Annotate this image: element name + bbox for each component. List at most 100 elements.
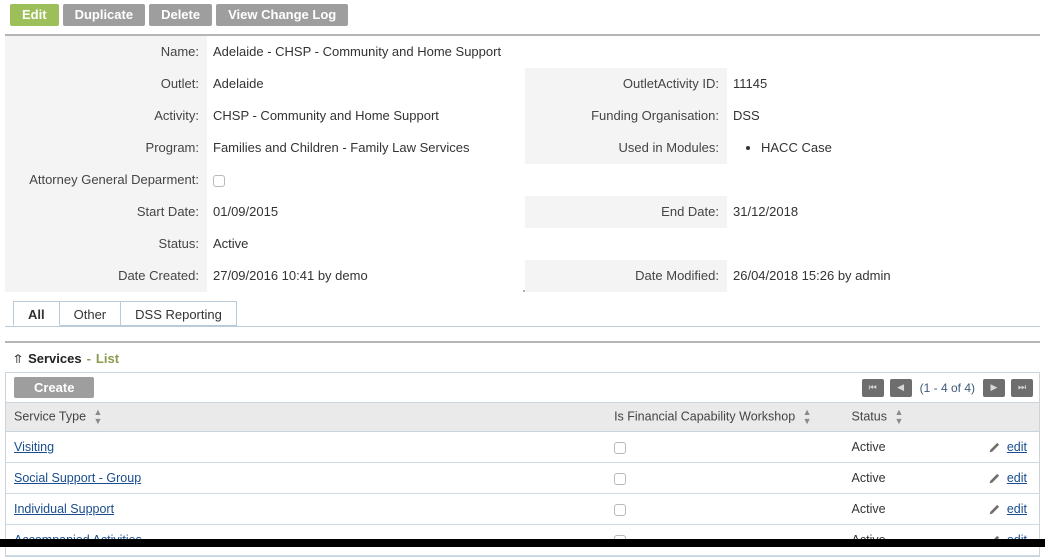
- column-header-status-label: Status: [851, 409, 887, 424]
- section-dash: -: [86, 351, 91, 366]
- sort-toggle-icon[interactable]: ▲ ▼: [894, 408, 903, 426]
- field-program: Program: Families and Children - Family …: [5, 132, 523, 164]
- field-attorney-general-department: Attorney General Deparment:: [5, 164, 523, 196]
- services-table: Service Type ▲ ▼ Is Financial Capability …: [6, 403, 1039, 556]
- field-used-in-modules-label: Used in Modules:: [525, 132, 727, 164]
- pagination-label: (1 - 4 of 4): [919, 380, 975, 395]
- services-table-head: Service Type ▲ ▼ Is Financial Capability …: [6, 403, 1039, 432]
- edit-button[interactable]: Edit: [10, 4, 59, 26]
- is-financial-capability-workshop-checkbox[interactable]: [614, 442, 627, 455]
- column-header-actions: [980, 403, 1039, 432]
- table-row: Visiting Active edit: [6, 431, 1039, 463]
- cell-actions: edit: [980, 493, 1039, 525]
- field-date-created-value: 27/09/2016 10:41 by demo: [207, 260, 523, 292]
- field-end-date-value: 31/12/2018: [727, 196, 1043, 228]
- tab-all[interactable]: All: [13, 301, 60, 326]
- field-funding-organisation: Funding Organisation: DSS: [525, 100, 1043, 132]
- detail-left-column: Name: Adelaide - CHSP - Community and Ho…: [5, 36, 523, 292]
- field-activity: Activity: CHSP - Community and Home Supp…: [5, 100, 523, 132]
- services-table-body: Visiting Active edit Social Support - Gr…: [6, 431, 1039, 556]
- list-toolbar: Create ⏮ ◀ (1 - 4 of 4) ▶ ⏭: [6, 373, 1039, 403]
- field-name-value: Adelaide - CHSP - Community and Home Sup…: [207, 36, 523, 68]
- list-item: HACC Case: [761, 140, 1043, 156]
- field-date-created-label: Date Created:: [5, 260, 207, 292]
- tab-dss-reporting[interactable]: DSS Reporting: [120, 301, 237, 326]
- duplicate-button[interactable]: Duplicate: [62, 4, 146, 26]
- field-funding-organisation-label: Funding Organisation:: [525, 100, 727, 132]
- field-program-label: Program:: [5, 132, 207, 164]
- chevron-up-double-icon[interactable]: ⇑: [11, 353, 24, 365]
- cell-is-financial-capability-workshop: [606, 431, 844, 463]
- right-column-spacer: [525, 36, 1043, 68]
- field-name-label: Name:: [5, 36, 207, 68]
- cell-is-financial-capability-workshop: [606, 462, 844, 494]
- next-page-button[interactable]: ▶: [983, 378, 1005, 397]
- field-activity-value: CHSP - Community and Home Support: [207, 100, 523, 132]
- field-start-date: Start Date: 01/09/2015: [5, 196, 523, 228]
- field-outlet-activity-id-label: OutletActivity ID:: [525, 68, 727, 100]
- tab-strip: All Other DSS Reporting: [5, 300, 1040, 327]
- field-outlet-activity-id-value: 11145: [727, 68, 1043, 100]
- is-financial-capability-workshop-checkbox[interactable]: [614, 473, 627, 486]
- cell-service-type: Visiting: [6, 431, 607, 463]
- field-end-date-label: End Date:: [525, 196, 727, 228]
- cell-status: Active: [843, 493, 981, 525]
- sort-toggle-icon[interactable]: ▲ ▼: [803, 408, 812, 426]
- right-column-spacer-2: [525, 164, 1043, 196]
- field-program-value: Families and Children - Family Law Servi…: [207, 132, 523, 164]
- section-title: Services: [28, 351, 82, 366]
- field-outlet-activity-id: OutletActivity ID: 11145: [525, 68, 1043, 100]
- is-financial-capability-workshop-checkbox[interactable]: [614, 504, 627, 517]
- service-type-link[interactable]: Individual Support: [14, 502, 114, 516]
- field-date-created: Date Created: 27/09/2016 10:41 by demo: [5, 260, 523, 292]
- pencil-icon: [989, 473, 1000, 484]
- field-used-in-modules-value: HACC Case: [727, 132, 1043, 156]
- field-date-modified-label: Date Modified:: [525, 260, 727, 292]
- cell-status: Active: [843, 462, 981, 494]
- field-attorney-general-department-value: [207, 164, 523, 196]
- attorney-general-department-checkbox[interactable]: [213, 175, 225, 188]
- field-funding-organisation-value: DSS: [727, 100, 1043, 132]
- table-row: Individual Support Active edit: [6, 493, 1039, 525]
- first-page-button[interactable]: ⏮: [861, 378, 884, 397]
- view-change-log-button[interactable]: View Change Log: [216, 4, 349, 26]
- column-header-status[interactable]: Status ▲ ▼: [843, 403, 981, 432]
- service-type-link[interactable]: Social Support - Group: [14, 471, 141, 485]
- cell-service-type: Social Support - Group: [6, 462, 607, 494]
- last-page-button[interactable]: ⏭: [1011, 378, 1033, 397]
- field-date-modified-value: 26/04/2018 15:26 by admin: [727, 260, 1043, 292]
- edit-row-link[interactable]: edit: [1007, 502, 1027, 516]
- sort-toggle-icon[interactable]: ▲ ▼: [94, 408, 103, 426]
- used-in-modules-list: HACC Case: [733, 140, 1043, 156]
- cell-actions: edit: [980, 462, 1039, 494]
- service-type-link[interactable]: Visiting: [14, 440, 54, 454]
- cell-is-financial-capability-workshop: [606, 493, 844, 525]
- tab-other[interactable]: Other: [58, 301, 122, 326]
- pencil-icon: [989, 442, 1000, 453]
- pagination: ⏮ ◀ (1 - 4 of 4) ▶ ⏭: [861, 378, 1033, 397]
- services-list-panel: Create ⏮ ◀ (1 - 4 of 4) ▶ ⏭ Service Type…: [5, 372, 1040, 557]
- bottom-bar: [0, 539, 1045, 547]
- create-button[interactable]: Create: [14, 377, 95, 398]
- field-name: Name: Adelaide - CHSP - Community and Ho…: [5, 36, 523, 68]
- cell-service-type: Individual Support: [6, 493, 607, 525]
- edit-row-link[interactable]: edit: [1007, 471, 1027, 485]
- edit-row-link[interactable]: edit: [1007, 440, 1027, 454]
- action-toolbar: Edit Duplicate Delete View Change Log: [0, 0, 1045, 30]
- column-header-is-financial-capability-workshop[interactable]: Is Financial Capability Workshop ▲ ▼: [606, 403, 844, 432]
- field-status-label: Status:: [5, 228, 207, 260]
- field-outlet-value: Adelaide: [207, 68, 523, 100]
- field-end-date: End Date: 31/12/2018: [525, 196, 1043, 228]
- outlet-activity-detail-panel: Name: Adelaide - CHSP - Community and Ho…: [5, 34, 1043, 292]
- column-header-service-type[interactable]: Service Type ▲ ▼: [6, 403, 607, 432]
- field-status-value: Active: [207, 228, 523, 260]
- services-section-header: ⇑ Services - List: [5, 341, 1040, 372]
- previous-page-button[interactable]: ◀: [889, 378, 912, 397]
- cell-actions: edit: [980, 431, 1039, 463]
- field-attorney-general-department-label: Attorney General Deparment:: [5, 164, 207, 196]
- column-header-service-type-label: Service Type: [14, 409, 87, 424]
- delete-button[interactable]: Delete: [149, 4, 213, 26]
- field-used-in-modules: Used in Modules: HACC Case: [525, 132, 1043, 164]
- right-column-spacer-3: [525, 228, 1043, 260]
- column-header-is-financial-capability-workshop-label: Is Financial Capability Workshop: [614, 409, 796, 424]
